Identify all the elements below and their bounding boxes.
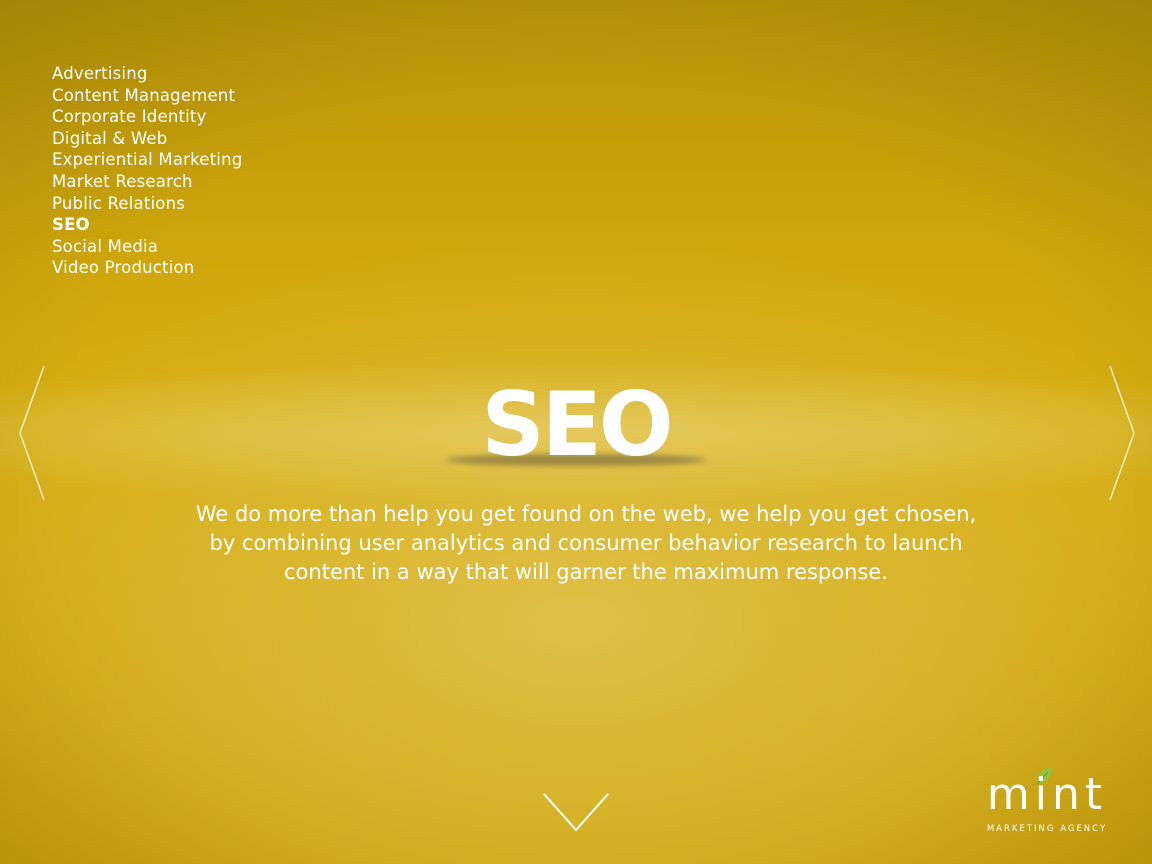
brand-name: mint: [986, 769, 1108, 820]
brand-tagline: MARKETING AGENCY: [986, 824, 1108, 834]
nav-item-corporate-identity[interactable]: Corporate Identity: [52, 106, 242, 128]
nav-item-market-research[interactable]: Market Research: [52, 171, 242, 193]
nav-item-seo[interactable]: SEO: [52, 214, 242, 236]
headline-block: SEO: [376, 370, 776, 480]
nav-item-video-production[interactable]: Video Production: [52, 257, 242, 279]
chevron-left-icon: [19, 365, 45, 501]
prev-slide-button[interactable]: [14, 364, 48, 502]
brand-logo[interactable]: mint MARKETING AGENCY: [976, 766, 1118, 838]
service-nav: Advertising Content Management Corporate…: [52, 63, 242, 279]
nav-item-social-media[interactable]: Social Media: [52, 236, 242, 258]
chevron-down-icon: [543, 793, 609, 832]
page-title: SEO: [481, 373, 673, 476]
nav-item-public-relations[interactable]: Public Relations: [52, 193, 242, 215]
nav-item-advertising[interactable]: Advertising: [52, 63, 242, 85]
nav-item-content-management[interactable]: Content Management: [52, 85, 242, 107]
nav-item-experiential-marketing[interactable]: Experiential Marketing: [52, 149, 242, 171]
chevron-right-icon: [1109, 365, 1135, 501]
next-slide-button[interactable]: [1106, 364, 1140, 502]
scroll-down-button[interactable]: [540, 790, 612, 834]
nav-item-digital-web[interactable]: Digital & Web: [52, 128, 242, 150]
service-description: We do more than help you get found on th…: [195, 502, 977, 584]
